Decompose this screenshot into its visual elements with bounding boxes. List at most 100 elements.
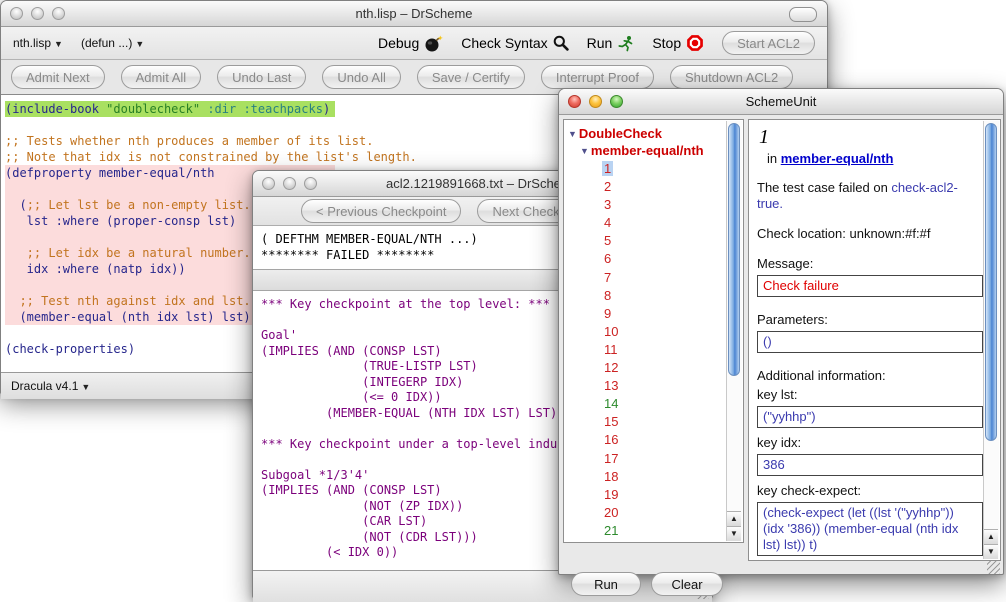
parameters-field[interactable]: () bbox=[757, 331, 983, 353]
test-case-number[interactable]: 15 bbox=[602, 414, 620, 429]
zoom-button[interactable] bbox=[52, 7, 65, 20]
check-location: Check location: unknown:#f:#f bbox=[757, 226, 990, 241]
test-case-number[interactable]: 17 bbox=[602, 451, 620, 466]
test-case-number[interactable]: 20 bbox=[602, 505, 620, 520]
titlebar-main[interactable]: nth.lisp – DrScheme bbox=[1, 1, 827, 27]
test-case-number[interactable]: 12 bbox=[602, 360, 620, 375]
test-case-8[interactable]: 8 bbox=[602, 287, 741, 305]
test-case-number[interactable]: 19 bbox=[602, 487, 620, 502]
test-case-18[interactable]: 18 bbox=[602, 468, 741, 486]
close-button[interactable] bbox=[568, 95, 581, 108]
test-case-15[interactable]: 15 bbox=[602, 413, 741, 431]
test-case-13[interactable]: 13 bbox=[602, 377, 741, 395]
minimize-button[interactable] bbox=[589, 95, 602, 108]
test-case-number[interactable]: 2 bbox=[602, 179, 613, 194]
minimize-button[interactable] bbox=[283, 177, 296, 190]
close-button[interactable] bbox=[262, 177, 275, 190]
test-case-number[interactable]: 11 bbox=[602, 342, 620, 357]
zoom-button[interactable] bbox=[610, 95, 623, 108]
scroll-up-arrow[interactable]: ▲ bbox=[984, 529, 998, 544]
test-case-number[interactable]: 18 bbox=[602, 469, 620, 484]
tree-node-doublecheck[interactable]: ▼DoubleCheck bbox=[568, 125, 741, 142]
test-case-1[interactable]: 1 bbox=[602, 160, 741, 178]
window-schemeunit: SchemeUnit ▼DoubleCheck ▼member-equal/nt… bbox=[558, 88, 1004, 575]
test-case-number[interactable]: 16 bbox=[602, 432, 620, 447]
run-label: Run bbox=[587, 35, 613, 51]
undo-last-button[interactable]: Undo Last bbox=[217, 65, 306, 89]
test-case-4[interactable]: 4 bbox=[602, 214, 741, 232]
test-case-5[interactable]: 5 bbox=[602, 232, 741, 250]
test-case-number[interactable]: 4 bbox=[602, 215, 613, 230]
test-case-12[interactable]: 12 bbox=[602, 359, 741, 377]
scrollbar-thumb[interactable] bbox=[985, 123, 997, 441]
debug-button[interactable]: Debug bbox=[378, 35, 443, 52]
clear-button[interactable]: Clear bbox=[651, 572, 723, 596]
test-case-19[interactable]: 19 bbox=[602, 486, 741, 504]
defun-dropdown[interactable]: (defun ...)▼ bbox=[81, 36, 144, 50]
test-case-number[interactable]: 7 bbox=[602, 270, 613, 285]
test-case-3[interactable]: 3 bbox=[602, 196, 741, 214]
minimize-button[interactable] bbox=[31, 7, 44, 20]
test-case-number[interactable]: 3 bbox=[602, 197, 613, 212]
test-case-9[interactable]: 9 bbox=[602, 305, 741, 323]
language-dropdown[interactable]: Dracula v4.1▼ bbox=[11, 379, 90, 393]
undo-all-button[interactable]: Undo All bbox=[322, 65, 400, 89]
test-case-number[interactable]: 13 bbox=[602, 378, 620, 393]
titlebar-schemeunit[interactable]: SchemeUnit bbox=[559, 89, 1003, 115]
message-field[interactable]: Check failure bbox=[757, 275, 983, 297]
scroll-down-arrow[interactable]: ▼ bbox=[727, 526, 741, 541]
test-case-16[interactable]: 16 bbox=[602, 431, 741, 449]
test-case-number[interactable]: 8 bbox=[602, 288, 613, 303]
test-case-number[interactable]: 9 bbox=[602, 306, 613, 321]
test-case-number[interactable]: 6 bbox=[602, 251, 613, 266]
test-case-21[interactable]: 21 bbox=[602, 522, 741, 540]
stop-button[interactable]: Stop bbox=[652, 34, 704, 52]
admit-all-button[interactable]: Admit All bbox=[121, 65, 202, 89]
previous-checkpoint-button[interactable]: < Previous Checkpoint bbox=[301, 199, 461, 223]
scroll-up-arrow[interactable]: ▲ bbox=[727, 511, 741, 526]
test-detail: 1 in member-equal/nth The test case fail… bbox=[749, 120, 1000, 556]
test-case-14[interactable]: 14 bbox=[602, 395, 741, 413]
test-case-2[interactable]: 2 bbox=[602, 178, 741, 196]
run-tests-button[interactable]: Run bbox=[571, 572, 641, 596]
close-button[interactable] bbox=[10, 7, 23, 20]
file-dropdown-label: nth.lisp bbox=[13, 36, 51, 50]
file-dropdown[interactable]: nth.lisp▼ bbox=[13, 36, 63, 50]
tree-scrollbar[interactable]: ▲ ▼ bbox=[726, 121, 742, 541]
test-case-20[interactable]: 20 bbox=[602, 504, 741, 522]
schemeunit-body: ▼DoubleCheck ▼member-equal/nth 123456789… bbox=[559, 115, 1003, 577]
test-case-number[interactable]: 5 bbox=[602, 233, 613, 248]
test-case-number[interactable]: 21 bbox=[602, 523, 620, 538]
key-check-expect-label: key check-expect: bbox=[757, 483, 990, 498]
test-case-7[interactable]: 7 bbox=[602, 269, 741, 287]
scroll-down-arrow[interactable]: ▼ bbox=[984, 544, 998, 559]
zoom-button[interactable] bbox=[304, 177, 317, 190]
suite-link[interactable]: member-equal/nth bbox=[781, 151, 894, 166]
test-tree-panel: ▼DoubleCheck ▼member-equal/nth 123456789… bbox=[563, 119, 744, 543]
save-certify-button[interactable]: Save / Certify bbox=[417, 65, 525, 89]
test-case-number[interactable]: 10 bbox=[602, 324, 620, 339]
key-check-expect-field[interactable]: (check-expect (let ((lst '("yyhhp")) (id… bbox=[757, 502, 983, 556]
shutdown-acl2-button[interactable]: Shutdown ACL2 bbox=[670, 65, 793, 89]
test-case-number[interactable]: 1 bbox=[602, 161, 613, 176]
chevron-down-icon: ▼ bbox=[54, 39, 63, 49]
key-lst-field[interactable]: ("yyhhp") bbox=[757, 406, 983, 428]
expand-triangle-icon[interactable]: ▼ bbox=[580, 146, 589, 156]
collapse-widget[interactable] bbox=[789, 7, 817, 22]
expand-triangle-icon[interactable]: ▼ bbox=[568, 129, 577, 139]
resize-grip-icon[interactable] bbox=[987, 561, 1000, 574]
detail-scrollbar[interactable]: ▲ ▼ bbox=[983, 121, 999, 559]
interrupt-proof-button[interactable]: Interrupt Proof bbox=[541, 65, 654, 89]
test-case-11[interactable]: 11 bbox=[602, 341, 741, 359]
check-syntax-button[interactable]: Check Syntax bbox=[461, 35, 568, 51]
test-case-6[interactable]: 6 bbox=[602, 250, 741, 268]
test-case-number[interactable]: 14 bbox=[602, 396, 620, 411]
tree-node-suite[interactable]: ▼member-equal/nth bbox=[568, 142, 741, 159]
key-idx-field[interactable]: 386 bbox=[757, 454, 983, 476]
scrollbar-thumb[interactable] bbox=[728, 123, 740, 376]
run-button[interactable]: Run bbox=[587, 35, 635, 52]
admit-next-button[interactable]: Admit Next bbox=[11, 65, 105, 89]
start-acl2-button[interactable]: Start ACL2 bbox=[722, 31, 815, 55]
test-case-17[interactable]: 17 bbox=[602, 450, 741, 468]
test-case-10[interactable]: 10 bbox=[602, 323, 741, 341]
